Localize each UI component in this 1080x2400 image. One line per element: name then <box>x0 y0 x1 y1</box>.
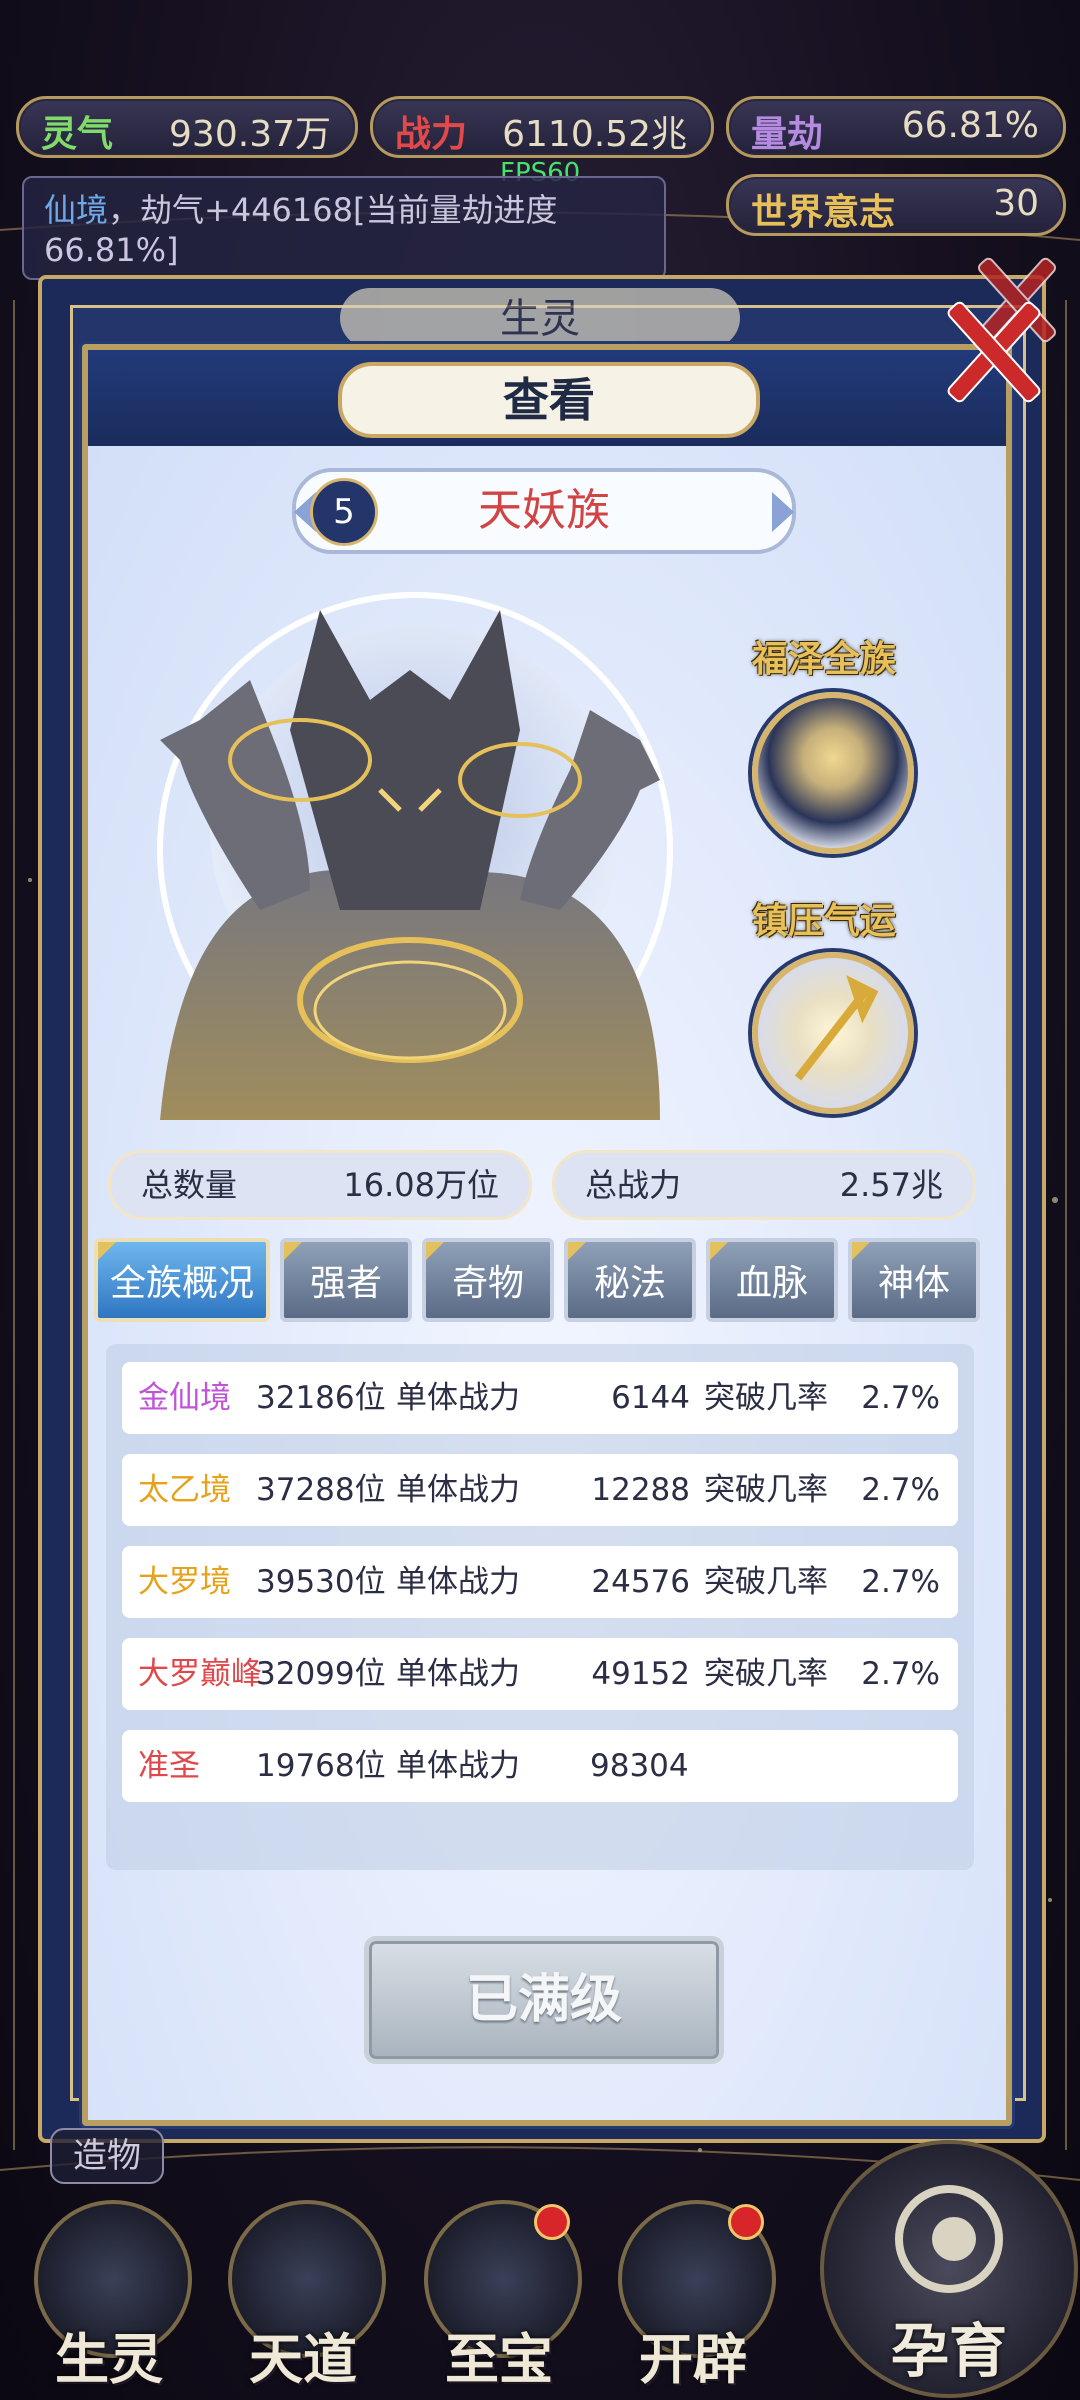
blessing-label-1: 福泽全族 <box>752 639 897 680</box>
nav-zhibao[interactable]: 至宝 <box>414 2200 584 2400</box>
world-will-resource: 世界意志 30 <box>726 174 1066 236</box>
total-power-value: 2.57兆 <box>839 1166 943 1204</box>
total-count-pill: 总数量 16.08万位 <box>108 1150 532 1220</box>
back-panel-title: 生灵 <box>340 288 740 348</box>
realm-name: 太乙境 <box>138 1472 231 1508</box>
golden-spear-icon[interactable] <box>752 952 914 1114</box>
table-row: 太乙境 37288位 单体战力 12288 突破几率 2.7% <box>122 1454 958 1526</box>
world-will-value: 30 <box>993 183 1039 224</box>
blessing-label-2: 镇压气运 <box>752 901 897 942</box>
nav-kaipi[interactable]: 开辟 <box>608 2200 778 2400</box>
realm-name: 大罗境 <box>138 1564 231 1600</box>
zhanli-resource: 战力 6110.52兆 <box>370 96 714 158</box>
realm-count: 37288位 <box>256 1472 386 1508</box>
power-value: 24576 <box>591 1564 690 1600</box>
table-row: 金仙境 32186位 单体战力 6144 突破几率 2.7% <box>122 1362 958 1434</box>
tab-label: 血脉 <box>735 1263 808 1304</box>
tab-label: 神体 <box>877 1263 950 1304</box>
tab-divine-body[interactable]: 神体 <box>848 1238 980 1322</box>
liangjie-resource: 量劫 66.81% <box>726 96 1066 158</box>
realm-count: 39530位 <box>256 1564 386 1600</box>
notification-badge <box>728 2204 764 2240</box>
create-tag[interactable]: 造物 <box>50 2128 164 2184</box>
tab-secret-art[interactable]: 秘法 <box>564 1238 696 1322</box>
break-label: 突破几率 <box>704 1656 828 1692</box>
nav-tiandao[interactable]: 天道 <box>218 2200 388 2400</box>
max-level-button[interactable]: 已满级 <box>364 1936 724 2064</box>
break-label: 突破几率 <box>704 1564 828 1600</box>
race-index-badge: 5 <box>310 478 378 546</box>
break-rate: 2.7% <box>861 1380 940 1416</box>
realm-name: 金仙境 <box>138 1380 231 1416</box>
notice-progress: 66.81%] <box>44 231 179 269</box>
total-count-value: 16.08万位 <box>343 1166 499 1204</box>
dialog-title: 查看 <box>338 362 760 438</box>
total-power-pill: 总战力 2.57兆 <box>552 1150 976 1220</box>
table-row: 大罗巅峰 32099位 单体战力 49152 突破几率 2.7% <box>122 1638 958 1710</box>
lingqi-value: 930.37万 <box>169 114 331 155</box>
power-value: 49152 <box>591 1656 690 1692</box>
nav-label: 至宝 <box>445 2328 553 2391</box>
notification-badge <box>534 2204 570 2240</box>
break-label: 突破几率 <box>704 1472 828 1508</box>
lingqi-resource: 灵气 930.37万 <box>16 96 358 158</box>
notice-realm: 仙境 <box>44 191 109 229</box>
power-value: 98304 <box>590 1748 689 1784</box>
table-row: 大罗境 39530位 单体战力 24576 突破几率 2.7% <box>122 1546 958 1618</box>
moon-sphere-icon[interactable] <box>752 692 914 854</box>
break-rate: 2.7% <box>861 1472 940 1508</box>
realm-name: 大罗巅峰 <box>138 1656 262 1692</box>
break-label: 突破几率 <box>704 1380 828 1416</box>
tab-label: 全族概况 <box>109 1263 254 1304</box>
power-label: 单体战力 <box>396 1472 520 1508</box>
three-headed-dragon-portrait <box>157 592 673 1120</box>
break-rate: 2.7% <box>861 1656 940 1692</box>
tab-label: 奇物 <box>451 1263 524 1304</box>
tab-label: 强者 <box>309 1263 382 1304</box>
tab-bloodline[interactable]: 血脉 <box>706 1238 838 1322</box>
zhanli-label: 战力 <box>395 114 468 155</box>
race-selector[interactable]: 天妖族 5 <box>292 468 796 554</box>
breed-button[interactable]: 孕育 <box>820 2140 1078 2398</box>
power-label: 单体战力 <box>396 1380 520 1416</box>
zhanli-value: 6110.52兆 <box>502 114 687 155</box>
power-value: 12288 <box>591 1472 690 1508</box>
next-race-icon[interactable] <box>772 492 794 532</box>
nav-label: 生灵 <box>55 2328 163 2391</box>
realm-count: 32186位 <box>256 1380 386 1416</box>
power-value: 6144 <box>611 1380 690 1416</box>
realm-table: 金仙境 32186位 单体战力 6144 突破几率 2.7% 太乙境 37288… <box>106 1344 974 1870</box>
tab-treasure[interactable]: 奇物 <box>422 1238 554 1322</box>
power-label: 单体战力 <box>396 1564 520 1600</box>
nav-label: 天道 <box>249 2328 357 2391</box>
liangjie-label: 量劫 <box>751 114 824 155</box>
tribulation-notice: 仙境，劫气+446168[当前量劫进度 66.81%] <box>22 176 666 280</box>
close-icon[interactable] <box>940 290 1043 405</box>
breed-label: 孕育 <box>890 2317 1007 2385</box>
tab-overview[interactable]: 全族概况 <box>94 1238 270 1322</box>
notice-text: ，劫气+446168[当前量劫进度 <box>108 191 558 229</box>
liangjie-value: 66.81% <box>901 105 1039 146</box>
total-power-label: 总战力 <box>585 1166 682 1204</box>
power-label: 单体战力 <box>396 1748 520 1784</box>
break-rate: 2.7% <box>861 1564 940 1600</box>
lingqi-label: 灵气 <box>41 114 114 155</box>
power-label: 单体战力 <box>396 1656 520 1692</box>
realm-name: 准圣 <box>138 1748 200 1784</box>
table-row: 准圣 19768位 单体战力 98304 <box>122 1730 958 1802</box>
tab-strong[interactable]: 强者 <box>280 1238 412 1322</box>
total-count-label: 总数量 <box>141 1166 238 1204</box>
nav-label: 开辟 <box>639 2328 747 2391</box>
world-will-label: 世界意志 <box>751 192 896 233</box>
tab-label: 秘法 <box>593 1263 666 1304</box>
realm-count: 32099位 <box>256 1656 386 1692</box>
realm-count: 19768位 <box>256 1748 386 1784</box>
nav-shengling[interactable]: 生灵 <box>24 2200 194 2400</box>
